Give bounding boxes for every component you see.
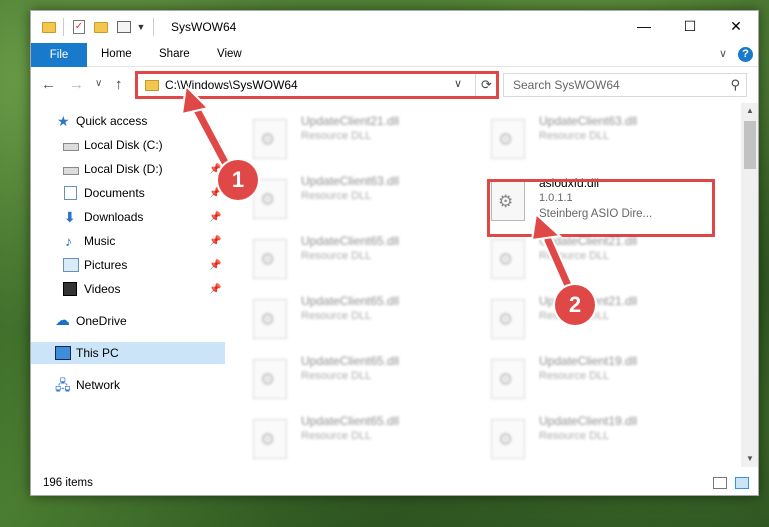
step-badge-1: 1 <box>218 160 258 200</box>
annotation-arrows <box>180 83 576 296</box>
arrow-to-asiodxfd-file <box>530 211 576 296</box>
arrow-to-address-bar <box>180 83 234 174</box>
step-badge-2: 2 <box>555 285 595 325</box>
